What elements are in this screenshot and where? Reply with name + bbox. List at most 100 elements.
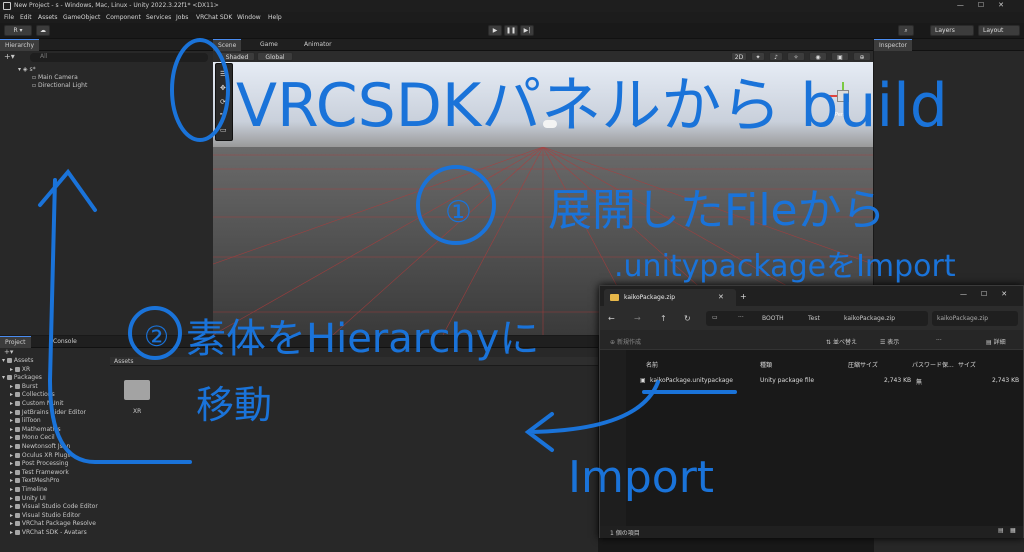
close-button[interactable]: ✕ — [998, 1, 1018, 9]
project-tree-item[interactable]: ▸ Test Framework — [10, 469, 69, 476]
project-tree-item[interactable]: ▸ Oculus XR Plugin — [10, 452, 73, 459]
menu-vrchat-sdk[interactable]: VRChat SDK — [196, 14, 232, 21]
project-tree-item[interactable]: ▸ Newtonsoft Json — [10, 443, 70, 450]
tab-hierarchy[interactable]: Hierarchy — [0, 39, 40, 51]
maximize-button[interactable]: ☐ — [978, 1, 998, 9]
pause-button[interactable]: ❚❚ — [504, 25, 518, 36]
up-icon[interactable]: ↑ — [660, 314, 667, 323]
step-button[interactable]: ▶| — [520, 25, 534, 36]
tab-scene[interactable]: Scene — [213, 39, 242, 51]
directional-light-gizmo-icon[interactable] — [543, 120, 557, 128]
breadcrumb[interactable]: ▭ ··· BOOTH Test kaikoPackage.zip — [706, 311, 928, 326]
column-password[interactable]: パスワード保... — [912, 360, 954, 369]
project-tree-item[interactable]: ▸ JetBrains Rider Editor — [10, 409, 86, 416]
rect-tool-icon[interactable]: ▭ — [220, 126, 227, 134]
play-button[interactable]: ▶ — [488, 25, 502, 36]
project-tree-item[interactable]: ▸ Burst — [10, 383, 38, 390]
project-tree-item[interactable]: ▸ Custom NUnit — [10, 400, 64, 407]
minimize-button[interactable]: — — [957, 1, 978, 9]
more-icon[interactable]: ··· — [936, 337, 942, 344]
project-tree-item[interactable]: ▸ VRChat Package Resolve — [10, 520, 96, 527]
tab-console[interactable]: Console — [48, 336, 82, 348]
file-row[interactable]: ▣ kaikoPackage.unitypackage Unity packag… — [634, 374, 1019, 386]
project-tree-item[interactable]: ▸ Timeline — [10, 486, 47, 493]
menu-edit[interactable]: Edit — [20, 14, 32, 21]
gizmos-icon[interactable]: ⊕ — [853, 52, 871, 61]
project-tree-item[interactable]: ▸ Visual Studio Code Editor — [10, 503, 98, 510]
tab-game[interactable]: Game — [255, 39, 283, 51]
project-tree-item[interactable]: ▸ Unity UI — [10, 495, 46, 502]
explorer-tab[interactable]: kaikoPackage.zip ✕ — [604, 289, 736, 306]
project-tree-item[interactable]: ▸ lilToon — [10, 417, 41, 424]
project-tree-item[interactable]: ▾ Assets — [2, 357, 33, 364]
details-button[interactable]: ▤ 詳細 — [986, 337, 1006, 346]
tiles-view-icon[interactable]: ▦ — [1010, 527, 1016, 534]
audio-icon[interactable]: ♪ — [769, 52, 783, 61]
account-button[interactable]: R ▾ — [4, 25, 32, 36]
menu-jobs[interactable]: Jobs — [176, 14, 188, 21]
forward-icon[interactable]: → — [634, 314, 641, 323]
column-size[interactable]: サイズ — [958, 360, 976, 369]
column-compressed[interactable]: 圧縮サイズ — [848, 360, 878, 369]
menu-gameobject[interactable]: GameObject — [63, 14, 100, 21]
tab-project[interactable]: Project — [0, 336, 31, 348]
project-tree-item[interactable]: ▸ Post Processing — [10, 460, 68, 467]
view-button[interactable]: ☰ 表示 — [880, 337, 899, 346]
menu-help[interactable]: Help — [268, 14, 282, 21]
camera-icon[interactable]: ▣ — [831, 52, 849, 61]
back-icon[interactable]: ← — [608, 314, 615, 323]
move-tool-icon[interactable]: ✥ — [220, 84, 226, 92]
project-tree-item[interactable]: ▸ Visual Studio Editor — [10, 512, 81, 519]
tab-close-icon[interactable]: ✕ — [718, 293, 724, 301]
search-icon[interactable]: ⌕ — [898, 25, 914, 36]
menu-services[interactable]: Services — [146, 14, 171, 21]
menu-component[interactable]: Component — [106, 14, 141, 21]
cloud-icon[interactable]: ☁ — [36, 25, 50, 36]
add-icon[interactable]: +▾ — [4, 52, 15, 61]
menu-file[interactable]: File — [4, 14, 14, 21]
project-tree-item[interactable]: ▸ XR — [10, 366, 30, 373]
menu-assets[interactable]: Assets — [38, 14, 58, 21]
folder-icon[interactable] — [124, 380, 150, 400]
overflow-icon[interactable]: ··· — [738, 314, 744, 321]
breadcrumb-booth[interactable]: BOOTH — [762, 315, 784, 322]
project-tree-item[interactable]: ▾ Packages — [2, 374, 42, 381]
tab-inspector[interactable]: Inspector — [874, 39, 912, 51]
breadcrumb-zip[interactable]: kaikoPackage.zip — [844, 315, 895, 322]
effects-icon[interactable]: ✧ — [787, 52, 805, 61]
column-name[interactable]: 名前 — [646, 360, 658, 369]
2d-toggle[interactable]: 2D — [731, 52, 747, 61]
pivot-dropdown[interactable]: Global — [257, 52, 293, 61]
add-asset-icon[interactable]: +▾ — [4, 348, 13, 356]
rotate-tool-icon[interactable]: ⟳ — [220, 98, 226, 106]
new-button[interactable]: ⊕ 新規作成 — [610, 337, 641, 346]
hierarchy-search-input[interactable]: All — [30, 53, 208, 62]
tab-animator[interactable]: Animator — [299, 39, 337, 51]
scene-gizmo[interactable]: Persp — [825, 82, 861, 124]
project-tree-item[interactable]: ▸ Mathematics — [10, 426, 61, 433]
hand-tool-icon[interactable]: ☰ — [220, 70, 226, 78]
new-tab-icon[interactable]: + — [740, 292, 747, 301]
sort-button[interactable]: ⇅ 並べ替え — [826, 337, 857, 346]
visibility-icon[interactable]: ◉ — [809, 52, 827, 61]
scene-row[interactable]: ▾ ◈ s* — [18, 66, 36, 73]
column-type[interactable]: 種類 — [760, 360, 772, 369]
project-tree-item[interactable]: ▸ Mono Cecil — [10, 434, 55, 441]
scale-tool-icon[interactable]: ⤡ — [220, 112, 226, 121]
details-view-icon[interactable]: ▤ — [998, 527, 1004, 534]
hierarchy-item-directional-light[interactable]: ▫ Directional Light — [32, 82, 87, 89]
shading-dropdown[interactable]: Shaded — [219, 52, 255, 61]
project-tree-item[interactable]: ▸ VRChat SDK - Avatars — [10, 529, 87, 536]
refresh-icon[interactable]: ↻ — [684, 314, 691, 323]
explorer-search-input[interactable]: kaikoPackage.zip — [932, 311, 1018, 326]
lighting-icon[interactable]: ✦ — [751, 52, 765, 61]
layers-dropdown[interactable]: Layers — [930, 25, 974, 36]
explorer-window-controls[interactable]: —☐✕ — [960, 290, 1021, 298]
layout-dropdown[interactable]: Layout — [978, 25, 1020, 36]
window-controls[interactable]: —☐✕ — [957, 1, 1018, 9]
project-tree-item[interactable]: ▸ TextMeshPro — [10, 477, 59, 484]
breadcrumb-test[interactable]: Test — [808, 315, 820, 322]
hierarchy-item-main-camera[interactable]: ▫ Main Camera — [32, 74, 78, 81]
project-tree-item[interactable]: ▸ Collections — [10, 391, 55, 398]
menu-window[interactable]: Window — [237, 14, 261, 21]
